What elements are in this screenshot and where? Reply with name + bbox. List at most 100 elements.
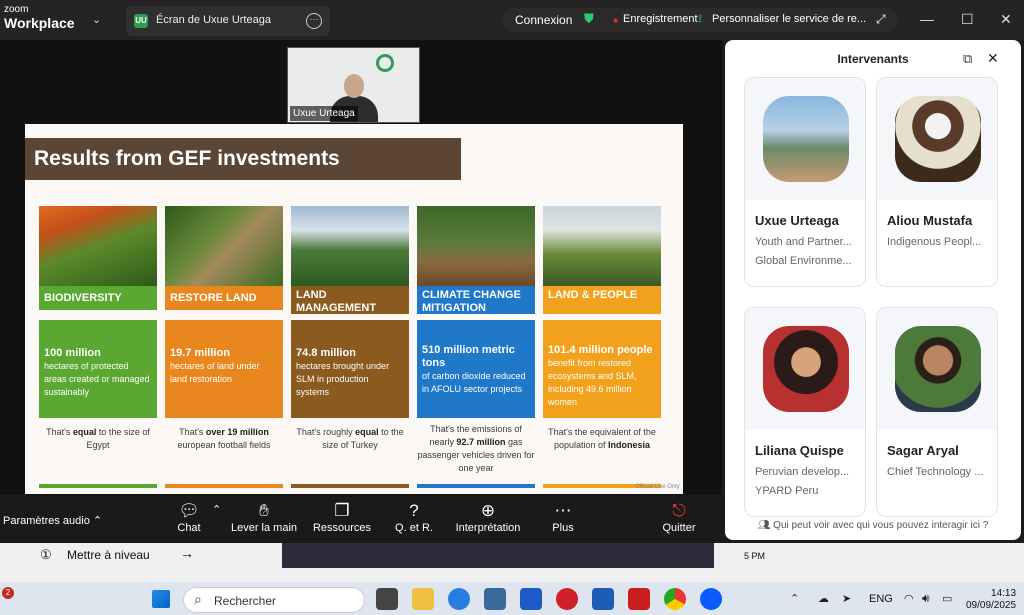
- connexion-button[interactable]: Connexion: [515, 13, 572, 27]
- speaker-org: Global Environme...: [755, 255, 852, 267]
- hand-icon: ✋︎: [259, 501, 269, 520]
- signal-icon: ⟟: [698, 13, 703, 25]
- speaker-card[interactable]: Aliou Mustafa Indigenous Peopl...: [876, 77, 998, 287]
- interpretation-button[interactable]: ⊕ Interprétation: [452, 500, 524, 534]
- speaker-org: YPARD Peru: [755, 485, 819, 497]
- windows-start-icon[interactable]: [152, 590, 170, 608]
- chat-button[interactable]: 💬︎ Chat: [170, 500, 208, 534]
- arrow-right-icon[interactable]: →: [180, 545, 194, 561]
- resources-button[interactable]: ❐ Ressources: [312, 500, 372, 534]
- speaker-role: Youth and Partner...: [755, 236, 852, 248]
- recording-label[interactable]: Enregistrement: [623, 13, 698, 25]
- cloud-icon: ☁: [818, 593, 829, 605]
- speaker-video[interactable]: Uxue Urteaga: [287, 47, 420, 123]
- pdf-icon[interactable]: [628, 588, 650, 610]
- visibility-info[interactable]: 👥︎ Qui peut voir avec qui vous pouvez in…: [725, 520, 1021, 531]
- presentation-slide: Results from GEF investments BIODIVERSIT…: [25, 124, 683, 494]
- column-header: RESTORE LAND: [165, 286, 283, 310]
- chrome-icon[interactable]: [664, 588, 686, 610]
- audio-settings-button[interactable]: Paramètres audio ⌃: [3, 514, 102, 527]
- meeting-toolbar: Paramètres audio ⌃ 💬︎ Chat ⌃ ✋︎ Lever la m…: [0, 495, 722, 543]
- stat-desc: hectares of land under land restoration: [170, 361, 260, 384]
- column-header: LAND & PEOPLE: [543, 286, 661, 314]
- file-explorer-icon[interactable]: [412, 588, 434, 610]
- minimize-icon[interactable]: —: [920, 11, 934, 27]
- divider: [291, 484, 409, 488]
- chevron-down-icon[interactable]: ⌄: [92, 13, 101, 26]
- chat-icon: 💬︎: [178, 501, 200, 520]
- word-icon[interactable]: [592, 588, 614, 610]
- expand-icon[interactable]: ⤢: [876, 12, 886, 27]
- speaker-role: Indigenous Peopl...: [887, 236, 982, 248]
- edge-icon[interactable]: [448, 588, 470, 610]
- qa-button[interactable]: ?︎ Q. et R.: [392, 500, 436, 534]
- speaker-name: Uxue Urteaga: [290, 106, 358, 121]
- volume-icon[interactable]: 🔊︎: [922, 591, 930, 606]
- zoom-logo: zoom Workplace: [4, 5, 75, 31]
- background-window-strip: [0, 570, 1024, 582]
- column-stat: 74.8 million hectares brought under SLM i…: [291, 320, 409, 418]
- zoom-icon[interactable]: [700, 588, 722, 610]
- audio-settings-label: Paramètres audio: [3, 515, 90, 527]
- column-stat: 510 million metric tons of carbon dioxide…: [417, 320, 535, 418]
- panel-title: Intervenants: [837, 52, 909, 66]
- stat-desc: of carbon dioxide reduced in AFOLU secto…: [422, 371, 526, 394]
- taskbar-search[interactable]: ⌕ Rechercher: [183, 587, 365, 613]
- quit-button[interactable]: ⎋ Quitter: [656, 500, 702, 534]
- speaker-name: Liliana Quispe: [755, 443, 844, 458]
- wifi-icon[interactable]: ◠: [904, 592, 914, 605]
- more-button[interactable]: ⋯ Plus: [544, 500, 582, 534]
- maximize-icon[interactable]: ☐: [961, 11, 974, 28]
- system-clock[interactable]: 14:13 09/09/2025: [966, 588, 1016, 612]
- step-number: ①: [40, 547, 52, 562]
- avatar: [763, 326, 849, 412]
- divider: [39, 484, 157, 488]
- speaker-name: Uxue Urteaga: [755, 213, 839, 228]
- speaker-head: [344, 74, 364, 98]
- popout-icon[interactable]: ⧉: [963, 51, 972, 67]
- exit-icon: ⎋: [672, 501, 686, 520]
- task-view-icon[interactable]: [376, 588, 398, 610]
- language-indicator[interactable]: ENG: [869, 593, 893, 605]
- close-icon[interactable]: ✕: [1000, 11, 1012, 28]
- stat-value: 101.4 million people: [548, 344, 653, 356]
- restore-land-photo: [165, 206, 283, 286]
- chevron-up-icon: ⌃: [92, 515, 103, 527]
- store-icon[interactable]: [484, 588, 506, 610]
- customize-link[interactable]: Personnaliser le service de re...: [712, 13, 872, 25]
- share-tab[interactable]: UU Écran de Uxue Urteaga ···: [126, 6, 330, 36]
- qa-icon: ?︎: [409, 501, 419, 520]
- column-note: That's roughly equal to the size of Turk…: [296, 427, 404, 450]
- column-stat: 101.4 million people benefit from restore…: [543, 320, 661, 418]
- column-note: That's the emissions of nearly 92.7 mill…: [417, 424, 535, 473]
- meeting-status-pill: Connexion ⛊ ● Enregistrement ⟟ Personnal…: [502, 8, 898, 32]
- globe-icon: ⊕: [480, 501, 496, 520]
- raise-hand-button[interactable]: ✋︎ Lever la main: [230, 500, 298, 534]
- speaker-card[interactable]: Sagar Aryal Chief Technology ...: [876, 307, 998, 517]
- climate-photo: [417, 206, 535, 286]
- chevron-up-icon[interactable]: ⌃: [212, 503, 221, 516]
- upgrade-link[interactable]: Mettre à niveau: [67, 548, 150, 562]
- speaker-card[interactable]: Uxue Urteaga Youth and Partner... Global…: [744, 77, 866, 287]
- column-note: That's the equivalent of the population …: [548, 427, 656, 450]
- app-icon[interactable]: [520, 588, 542, 610]
- avatar: [763, 96, 849, 182]
- stat-desc: hectares of protected areas created or m…: [44, 361, 150, 397]
- battery-icon[interactable]: ▭: [942, 592, 952, 605]
- stat-value: 19.7 million: [170, 347, 230, 359]
- speaker-card[interactable]: Liliana Quispe Peruvian develop... YPARD…: [744, 307, 866, 517]
- user-initials-icon: UU: [134, 14, 148, 28]
- column-header: CLIMATE CHANGE MITIGATION: [417, 286, 535, 314]
- more-options-icon[interactable]: ···: [306, 13, 322, 29]
- close-icon[interactable]: ✕: [987, 50, 999, 67]
- shield-icon: ⛊: [584, 11, 594, 26]
- column-stat: 19.7 million hectares of land under land …: [165, 320, 283, 418]
- opera-icon[interactable]: [556, 588, 578, 610]
- chevron-up-icon[interactable]: ⌃: [790, 592, 799, 605]
- column-stat: 100 million hectares of protected areas c…: [39, 320, 157, 418]
- speakers-panel: Intervenants ⧉ ✕ Uxue Urteaga Youth and …: [725, 40, 1021, 540]
- slide-title: Results from GEF investments: [25, 138, 461, 180]
- speaker-name: Sagar Aryal: [887, 443, 959, 458]
- location-icon: ➤: [842, 593, 852, 605]
- time-label: 5 PM: [744, 551, 766, 561]
